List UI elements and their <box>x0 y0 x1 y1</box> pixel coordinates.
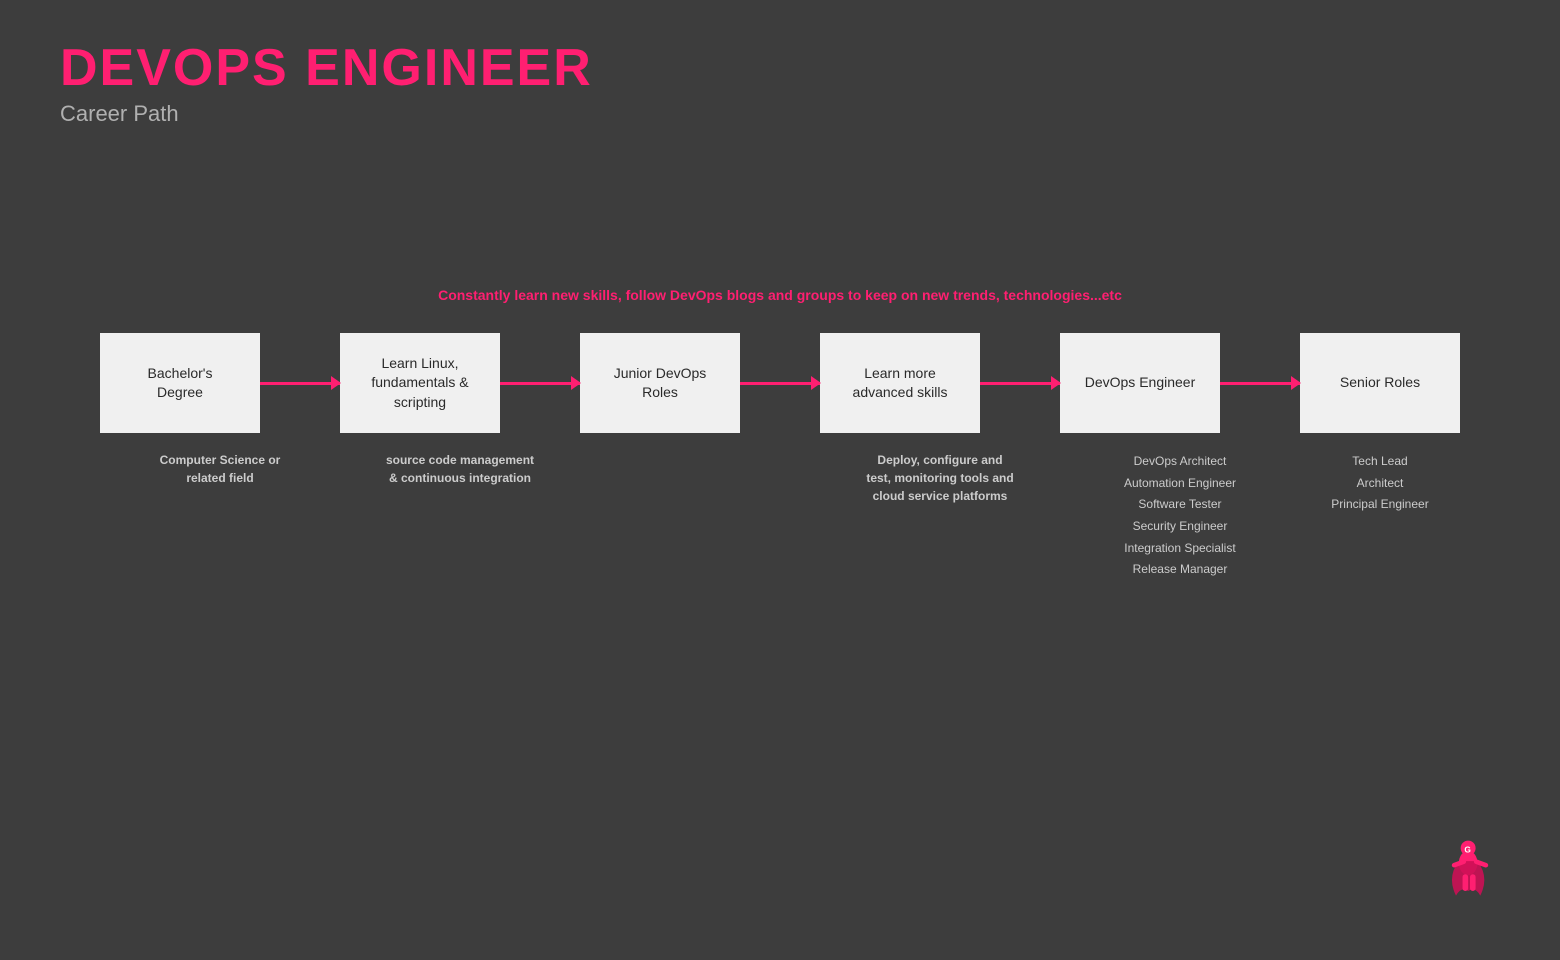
role-security-engineer: Security Engineer <box>1124 516 1236 538</box>
arrow-5 <box>1220 382 1300 385</box>
page-title: DEVOPS ENGINEER <box>60 40 1500 97</box>
page-subtitle: Career Path <box>60 101 1500 127</box>
step-senior: Senior Roles Tech Lead Architect Princip… <box>1300 333 1460 516</box>
caption-advanced: Deploy, configure andtest, monitoring to… <box>866 451 1013 505</box>
step-advanced: Learn moreadvanced skills Deploy, config… <box>820 333 1060 505</box>
header: DEVOPS ENGINEER Career Path <box>0 0 1560 127</box>
caption-linux: source code management& continuous integ… <box>386 451 534 487</box>
arrow-4 <box>980 382 1060 385</box>
superhero-icon: G <box>1440 835 1500 905</box>
role-tech-lead: Tech Lead <box>1331 451 1428 473</box>
role-devops-architect: DevOps Architect <box>1124 451 1236 473</box>
box-advanced: Learn moreadvanced skills <box>820 333 980 433</box>
box-bachelor: Bachelor'sDegree <box>100 333 260 433</box>
role-principal-engineer: Principal Engineer <box>1331 494 1428 516</box>
role-software-tester: Software Tester <box>1124 494 1236 516</box>
career-path-diagram: Bachelor'sDegree Computer Science orrela… <box>0 333 1560 581</box>
step-linux: Learn Linux,fundamentals &scripting sour… <box>340 333 580 487</box>
caption-bachelor: Computer Science orrelated field <box>160 451 281 487</box>
roles-devops: DevOps Architect Automation Engineer Sof… <box>1124 451 1236 581</box>
roles-senior: Tech Lead Architect Principal Engineer <box>1331 451 1428 516</box>
arrow-2 <box>500 382 580 385</box>
box-senior: Senior Roles <box>1300 333 1460 433</box>
arrow-1 <box>260 382 340 385</box>
logo-area: G <box>1440 835 1500 910</box>
role-architect: Architect <box>1331 473 1428 495</box>
tagline-text: Constantly learn new skills, follow DevO… <box>0 287 1560 303</box>
box-devops: DevOps Engineer <box>1060 333 1220 433</box>
role-automation-engineer: Automation Engineer <box>1124 473 1236 495</box>
step-junior: Junior DevOpsRoles <box>580 333 820 491</box>
svg-text:G: G <box>1464 845 1471 855</box>
role-release-manager: Release Manager <box>1124 559 1236 581</box>
step-bachelor: Bachelor'sDegree Computer Science orrela… <box>100 333 340 487</box>
box-linux: Learn Linux,fundamentals &scripting <box>340 333 500 433</box>
step-devops: DevOps Engineer DevOps Architect Automat… <box>1060 333 1300 581</box>
role-integration-specialist: Integration Specialist <box>1124 538 1236 560</box>
arrow-3 <box>740 382 820 385</box>
box-junior: Junior DevOpsRoles <box>580 333 740 433</box>
